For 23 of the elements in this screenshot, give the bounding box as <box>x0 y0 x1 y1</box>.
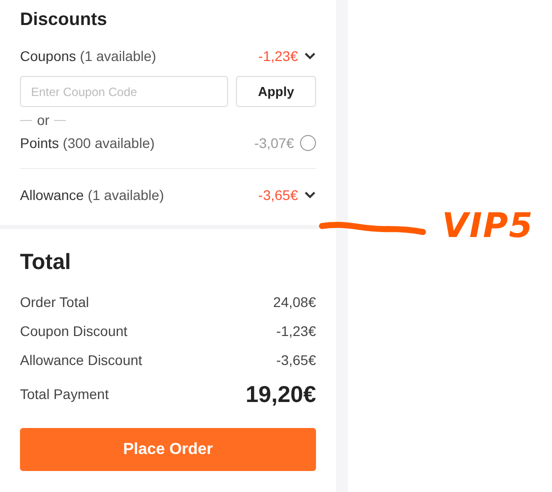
coupon-code-field[interactable]: Enter Coupon Code <box>20 76 228 107</box>
discount-amount: -3,07€ <box>254 135 294 151</box>
summary-value: -3,65€ <box>276 352 316 368</box>
handwritten-note: VIP5 <box>442 206 534 246</box>
option-label: Coupons (1 available) <box>20 48 156 64</box>
chevron-down-icon[interactable] <box>304 191 316 199</box>
option-label: Points (300 available) <box>20 135 155 151</box>
discount-amount: -1,23€ <box>258 48 298 64</box>
summary-value: 24,08€ <box>273 294 316 310</box>
summary-value: -1,23€ <box>276 322 316 338</box>
summary-label: Order Total <box>20 294 89 310</box>
separator-text: or <box>37 112 50 128</box>
chevron-down-icon[interactable] <box>304 52 316 60</box>
summary-label: Allowance Discount <box>20 352 142 368</box>
radio-button[interactable] <box>300 135 316 151</box>
section-title: Total <box>20 249 72 275</box>
apply-button[interactable]: Apply <box>236 76 316 107</box>
summary-label: Total Payment <box>20 386 109 402</box>
section-title: Discounts <box>20 8 108 30</box>
total-payment-value: 19,20€ <box>246 380 316 408</box>
discount-amount: -3,65€ <box>258 187 298 203</box>
summary-label: Coupon Discount <box>20 322 128 338</box>
option-label: Allowance (1 available) <box>20 187 164 203</box>
